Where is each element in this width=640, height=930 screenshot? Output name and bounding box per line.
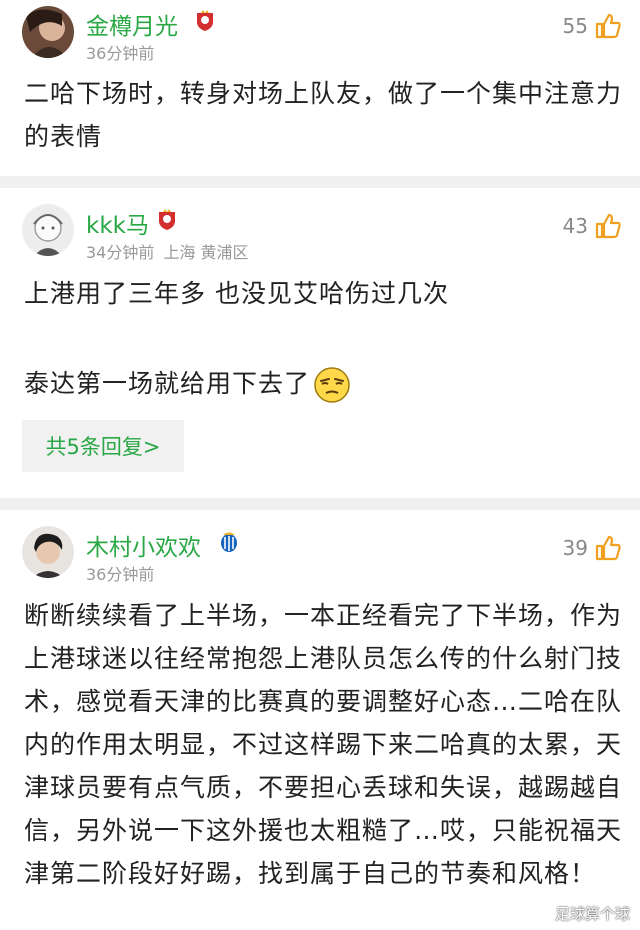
like-count: 43 xyxy=(562,214,588,238)
like-count: 55 xyxy=(562,14,588,38)
username[interactable]: 金樽月光 xyxy=(86,7,178,41)
like-button[interactable]: 39 xyxy=(563,534,622,562)
team-badge-icon xyxy=(159,209,175,230)
team-badge-icon xyxy=(197,10,213,31)
username[interactable]: 木村小欢欢 xyxy=(86,528,201,562)
comment-text-line-1: 上港用了三年多 也没见艾哈伤过几次 xyxy=(24,279,449,308)
time: 34分钟前 xyxy=(86,243,155,262)
watermark: 足球算个球 xyxy=(554,905,630,923)
squint-emoji-icon xyxy=(314,367,350,403)
timestamp: 36分钟前 xyxy=(86,565,155,584)
avatar[interactable] xyxy=(22,204,74,256)
like-button[interactable]: 43 xyxy=(563,212,622,240)
comment-text: 断断续续看了上半场，一本正经看完了下半场，作为上港球迷以往经常抱怨上港队员怎么传… xyxy=(24,601,623,888)
thumbs-up-icon[interactable] xyxy=(594,534,622,562)
view-replies-button[interactable]: 共5条回复> xyxy=(22,420,184,472)
divider xyxy=(0,176,640,188)
username[interactable]: kkk马 xyxy=(86,206,149,240)
comment-text: 二哈下场时，转身对场上队友，做了一个集中注意力的表情 xyxy=(24,79,623,151)
avatar[interactable] xyxy=(22,6,74,58)
thumbs-up-icon[interactable] xyxy=(594,12,622,40)
comment-text: 泰达第一场就给用下去了 xyxy=(24,369,311,398)
timestamp: 36分钟前 xyxy=(86,44,155,63)
like-count: 39 xyxy=(562,536,588,560)
location: 上海 黄浦区 xyxy=(163,243,249,262)
comment-1: 金樽月光 36分钟前 55 二哈下场时，转身对场上队友，做了一个集中注意力的表情 xyxy=(0,0,640,176)
timestamp: 34分钟前 上海 黄浦区 xyxy=(86,239,249,263)
like-button[interactable]: 55 xyxy=(563,12,622,40)
comment-3: 木村小欢欢 36分钟前 39 断断续续看了上半场，一本正经看完了下半场，作为上港… xyxy=(0,510,640,930)
divider xyxy=(0,498,640,510)
comment-2: kkk马 34分钟前 上海 黄浦区 43 上港用了三年多 也没见艾哈伤过几次 泰… xyxy=(0,188,640,498)
thumbs-up-icon[interactable] xyxy=(594,212,622,240)
team-badge-icon xyxy=(221,532,237,552)
avatar[interactable] xyxy=(22,526,74,578)
comment-text-line-2: 泰达第一场就给用下去了 xyxy=(24,362,624,405)
